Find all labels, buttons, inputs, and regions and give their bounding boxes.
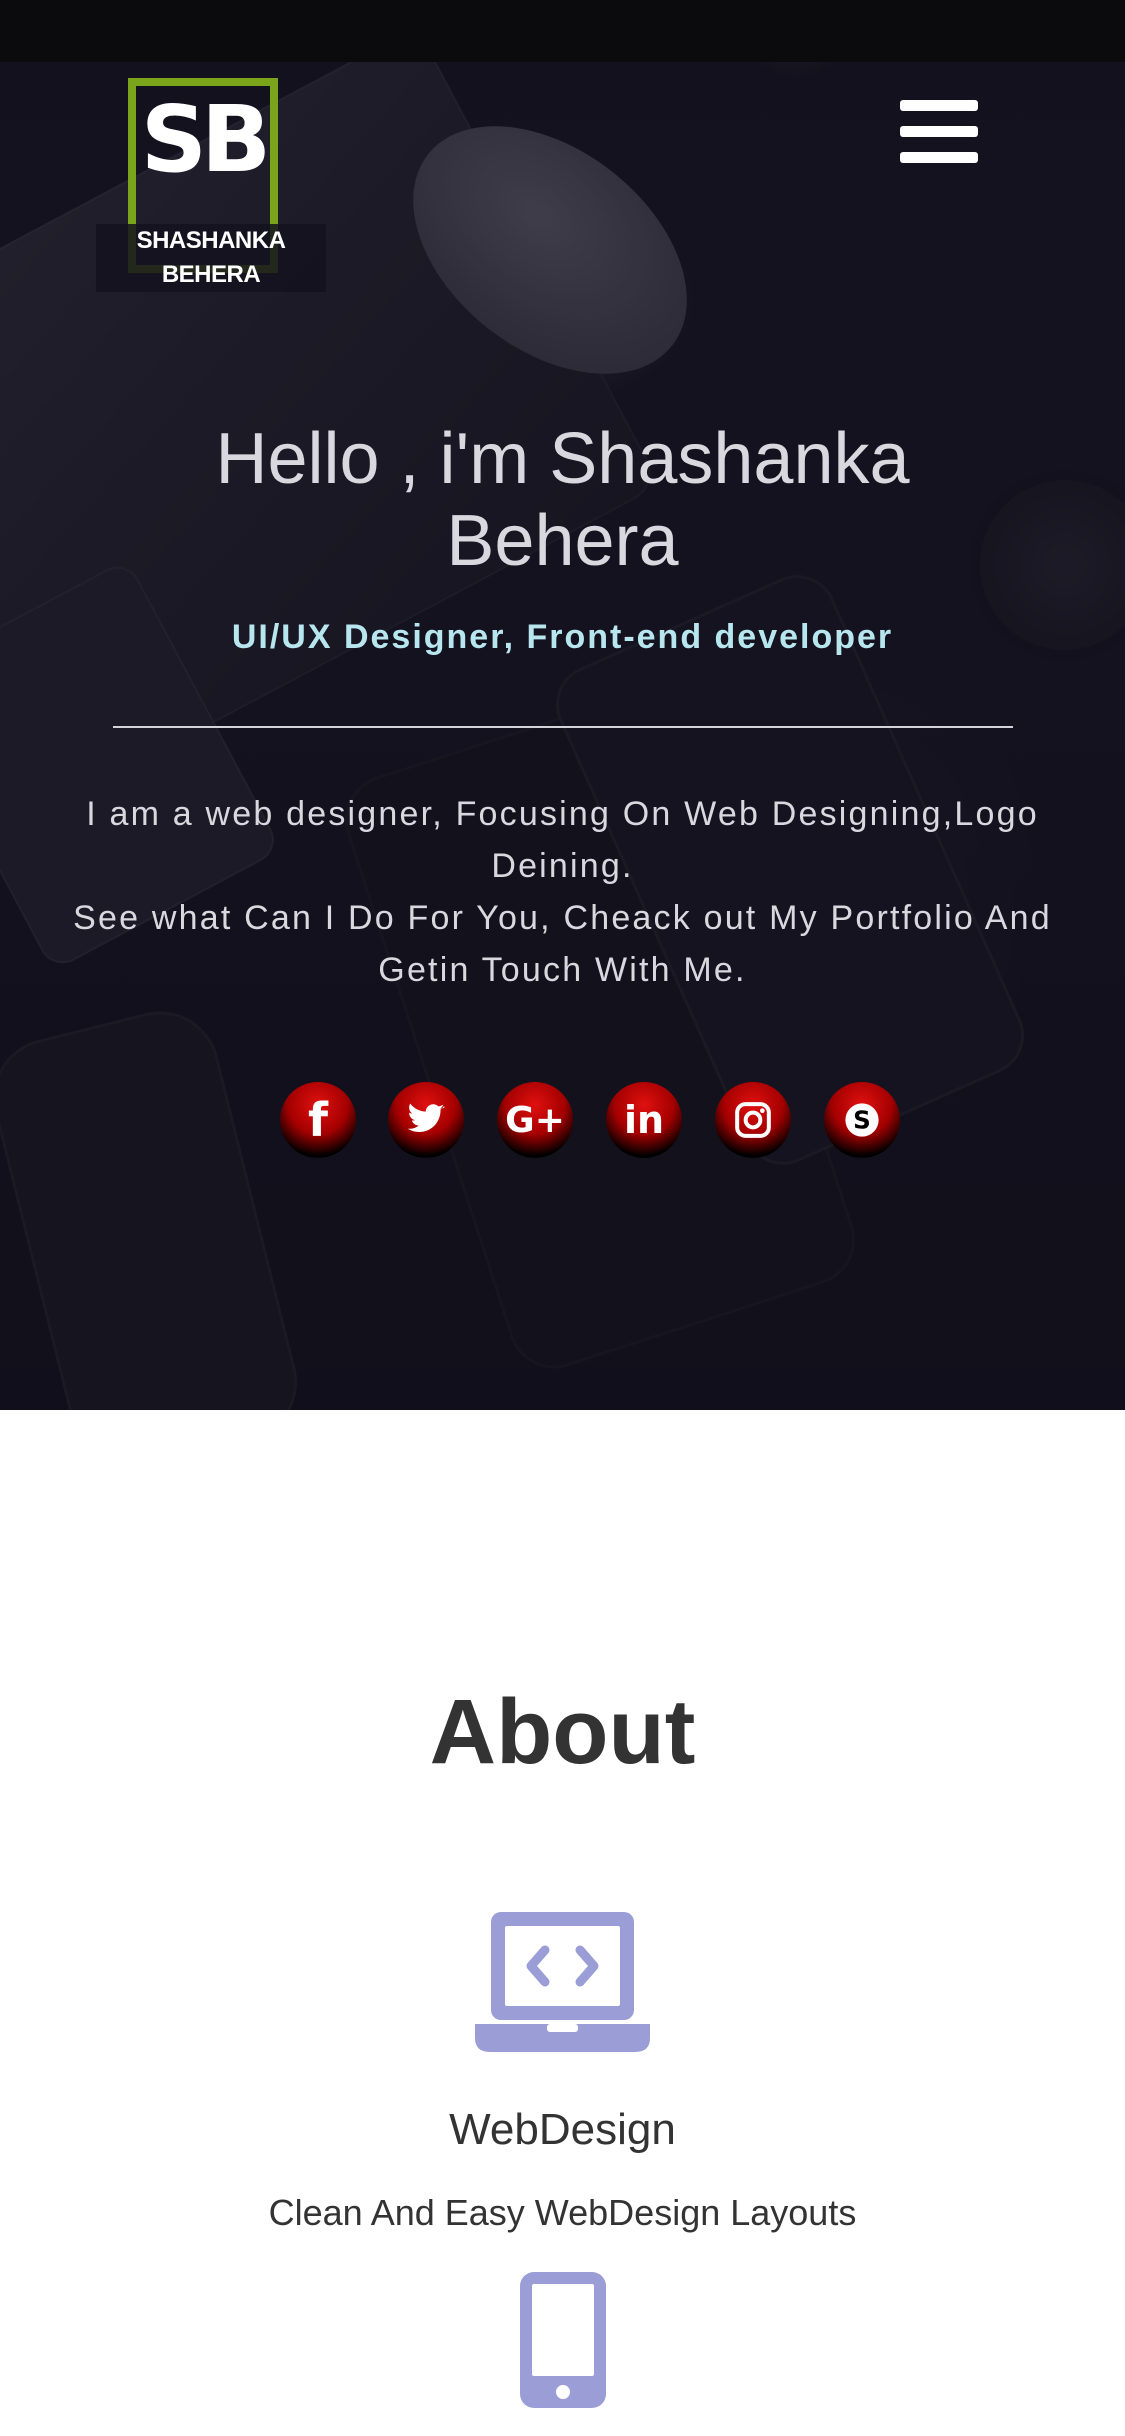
skype-icon: S — [845, 1103, 879, 1137]
twitter-link[interactable] — [388, 1082, 464, 1158]
hero-intro-line: I am a web designer, Focusing On Web Des… — [86, 795, 1039, 885]
menu-icon-bar — [900, 126, 978, 137]
hero-divider — [113, 726, 1013, 728]
service-title: WebDesign — [449, 2105, 676, 2154]
hero-title: Hello , i'm Shashanka Behera — [215, 419, 910, 581]
google-plus-link[interactable]: G+ — [497, 1082, 573, 1158]
skype-link[interactable]: S — [824, 1082, 900, 1158]
hero-section: SB SHASHANKA BEHERA Hello , i'm Shashank… — [0, 0, 1125, 1410]
instagram-icon — [735, 1102, 771, 1138]
about-heading: About — [429, 1681, 696, 1783]
google-plus-icon: G+ — [505, 1099, 565, 1141]
linkedin-icon: in — [623, 1098, 665, 1142]
menu-icon-bar — [900, 152, 978, 163]
logo-initials: SB — [140, 86, 271, 193]
status-bar — [0, 0, 1125, 62]
logo-name: SHASHANKA BEHERA — [96, 224, 326, 292]
instagram-link[interactable] — [715, 1082, 791, 1158]
social-links: f G+ in S — [280, 1082, 900, 1162]
linkedin-link[interactable]: in — [606, 1082, 682, 1158]
site-logo[interactable]: SB SHASHANKA BEHERA — [96, 78, 326, 292]
facebook-link[interactable]: f — [280, 1082, 356, 1158]
hero-intro: I am a web designer, Focusing On Web Des… — [30, 788, 1095, 996]
laptop-code-icon — [475, 1912, 650, 2052]
skype-letter: S — [853, 1105, 871, 1134]
service-description: Clean And Easy WebDesign Layouts — [268, 2192, 857, 2233]
menu-icon-bar — [900, 100, 978, 111]
facebook-icon: f — [307, 1093, 328, 1147]
hero-intro-line: See what Can I Do For You, Cheack out My… — [73, 899, 1052, 989]
hamburger-menu-button[interactable] — [900, 98, 980, 166]
mobile-phone-icon — [520, 2272, 606, 2408]
hero-subtitle: UI/UX Designer, Front-end developer — [231, 618, 894, 656]
twitter-icon — [407, 1103, 445, 1132]
